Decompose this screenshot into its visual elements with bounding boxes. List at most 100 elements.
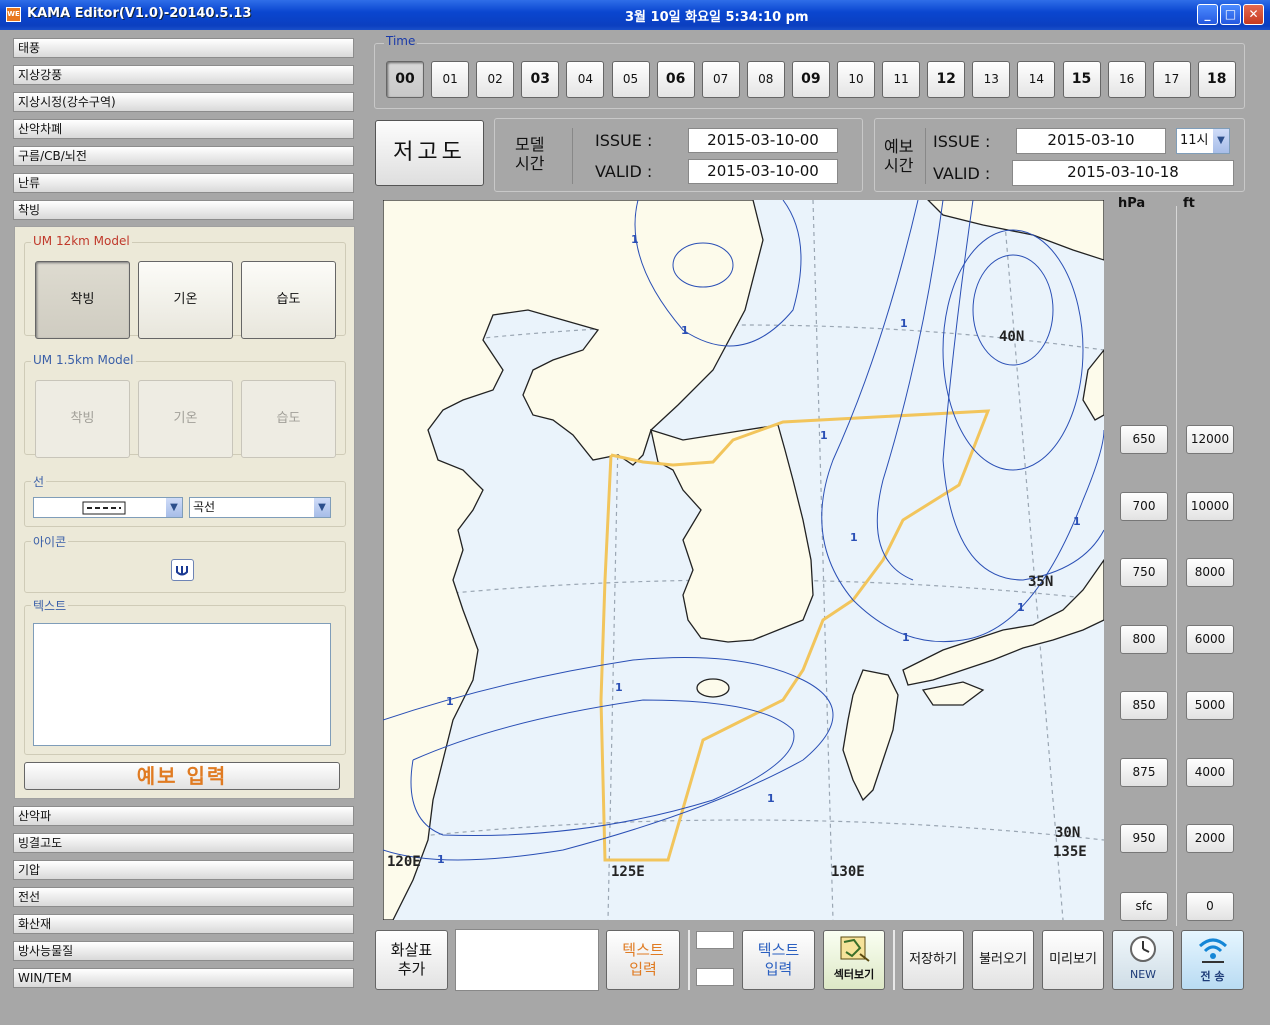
low-level-button[interactable]: 저고도 (375, 120, 484, 186)
svg-text:1: 1 (850, 531, 858, 544)
hpa-level-button-4[interactable]: 850 (1120, 691, 1168, 720)
menu-item-pressure[interactable]: 기압 (13, 860, 354, 880)
fc-issue-field[interactable]: 2015-03-10 (1016, 128, 1166, 154)
ft-level-button-1[interactable]: 10000 (1186, 492, 1234, 521)
svg-text:1: 1 (900, 317, 908, 330)
line-type-value: 곡선 (193, 500, 216, 514)
time-button-13[interactable]: 13 (972, 61, 1011, 98)
time-button-4[interactable]: 04 (566, 61, 605, 98)
ft-level-button-5[interactable]: 4000 (1186, 758, 1234, 787)
time-button-1[interactable]: 01 (431, 61, 470, 98)
load-button[interactable]: 불러오기 (972, 930, 1034, 990)
time-button-18[interactable]: 18 (1197, 61, 1236, 98)
menu-item-turbulence[interactable]: 난류 (13, 173, 354, 193)
ft-level-button-2[interactable]: 8000 (1186, 558, 1234, 587)
menu-item-volcanic-ash[interactable]: 화산재 (13, 914, 354, 934)
um15-icing-button[interactable]: 착빙 (35, 380, 130, 458)
maximize-button[interactable]: □ (1220, 4, 1241, 25)
svg-text:1: 1 (446, 695, 454, 708)
time-button-17[interactable]: 17 (1152, 61, 1191, 98)
menu-item-icing[interactable]: 착빙 (13, 200, 354, 220)
hpa-level-button-3[interactable]: 800 (1120, 625, 1168, 654)
new-button[interactable]: NEW (1112, 930, 1174, 990)
svg-text:130E: 130E (831, 864, 865, 880)
ft-level-button-6[interactable]: 2000 (1186, 824, 1234, 853)
model-issue-field[interactable]: 2015-03-10-00 (688, 128, 838, 153)
menu-item-surface-visibility[interactable]: 지상시정(강수구역) (13, 92, 354, 112)
hpa-level-button-6[interactable]: 950 (1120, 824, 1168, 853)
menu-item-radioactive[interactable]: 방사능물질 (13, 941, 354, 961)
time-button-14[interactable]: 14 (1017, 61, 1056, 98)
time-button-2[interactable]: 02 (476, 61, 515, 98)
line-type-select[interactable]: 곡선 ▼ (189, 497, 331, 518)
time-button-15[interactable]: 15 (1062, 61, 1101, 98)
ft-level-button-3[interactable]: 6000 (1186, 625, 1234, 654)
um12-humidity-button[interactable]: 습도 (241, 261, 336, 339)
minimize-button[interactable]: _ (1197, 4, 1218, 25)
time-button-9[interactable]: 09 (791, 61, 830, 98)
menu-item-surface-wind[interactable]: 지상강풍 (13, 65, 354, 85)
ft-level-button-7[interactable]: 0 (1186, 892, 1234, 921)
time-button-8[interactable]: 08 (746, 61, 785, 98)
time-button-11[interactable]: 11 (882, 61, 921, 98)
sector-view-button[interactable]: 섹터보기 (823, 930, 885, 990)
model-issue-label: ISSUE : (595, 131, 653, 150)
um12-temperature-button[interactable]: 기온 (138, 261, 233, 339)
window-title: KAMA Editor(V1.0)-20140.5.13 (27, 6, 252, 21)
menu-item-win-tem[interactable]: WIN/TEM (13, 968, 354, 988)
hpa-level-button-2[interactable]: 750 (1120, 558, 1168, 587)
text-box-lower[interactable] (696, 968, 734, 986)
menu-item-cloud-cb[interactable]: 구름/CB/뇌전 (13, 146, 354, 166)
hpa-level-button-7[interactable]: sfc (1120, 892, 1168, 921)
menu-item-mountain-wave[interactable]: 산악파 (13, 806, 354, 826)
title-bar[interactable]: WE KAMA Editor(V1.0)-20140.5.13 3월 10일 화… (0, 0, 1270, 30)
chevron-down-icon[interactable]: ▼ (1213, 129, 1229, 153)
time-button-10[interactable]: 10 (837, 61, 875, 98)
send-button[interactable]: 전 송 (1181, 930, 1244, 990)
fc-valid-field[interactable]: 2015-03-10-18 (1012, 160, 1234, 186)
fc-issue-label: ISSUE : (933, 132, 991, 151)
level-divider (1176, 206, 1177, 926)
menu-item-typhoon[interactable]: 태풍 (13, 38, 354, 58)
model-valid-field[interactable]: 2015-03-10-00 (688, 159, 838, 184)
text-area[interactable] (33, 623, 331, 746)
forecast-input-button[interactable]: 예보 입력 (24, 762, 340, 790)
um15-temperature-button[interactable]: 기온 (138, 380, 233, 458)
menu-item-mountain-obscuration[interactable]: 산악차폐 (13, 119, 354, 139)
menu-item-front[interactable]: 전선 (13, 887, 354, 907)
time-button-7[interactable]: 07 (701, 61, 740, 98)
hpa-level-button-5[interactable]: 875 (1120, 758, 1168, 787)
um15-humidity-button[interactable]: 습도 (241, 380, 336, 458)
fc-hour-select[interactable]: 11시 ▼ (1176, 128, 1230, 154)
hpa-level-button-1[interactable]: 700 (1120, 492, 1168, 521)
line-label: 선 (31, 473, 47, 490)
send-label: 전 송 (1200, 970, 1225, 983)
icing-symbol-button[interactable] (171, 559, 194, 581)
time-button-3[interactable]: 03 (521, 61, 560, 98)
time-button-12[interactable]: 12 (927, 61, 966, 98)
line-style-select[interactable]: ▼ (33, 497, 183, 518)
text-input-orange-button[interactable]: 텍스트 입력 (606, 930, 680, 990)
um12-icing-button[interactable]: 착빙 (35, 261, 130, 339)
land-masses (383, 200, 1104, 920)
svg-text:125E: 125E (611, 864, 645, 880)
save-button[interactable]: 저장하기 (902, 930, 964, 990)
time-button-16[interactable]: 16 (1107, 61, 1146, 98)
time-button-5[interactable]: 05 (611, 61, 650, 98)
chevron-down-icon[interactable]: ▼ (166, 498, 182, 517)
icing-panel: UM 12km Model 착빙 기온 습도 UM 1.5km Model 착빙… (14, 226, 355, 799)
preview-button[interactable]: 미리보기 (1042, 930, 1104, 990)
chevron-down-icon[interactable]: ▼ (314, 498, 330, 517)
app-icon: WE (6, 7, 21, 22)
ft-level-button-0[interactable]: 12000 (1186, 425, 1234, 454)
hpa-level-button-0[interactable]: 650 (1120, 425, 1168, 454)
text-input-blue-button[interactable]: 텍스트 입력 (742, 930, 815, 990)
arrow-add-button[interactable]: 화살표 추가 (375, 930, 448, 990)
text-box-upper[interactable] (696, 931, 734, 949)
menu-item-freezing-level[interactable]: 빙결고도 (13, 833, 354, 853)
ft-level-button-4[interactable]: 5000 (1186, 691, 1234, 720)
weather-map[interactable]: 1 1 1 1 1 1 1 1 1 1 1 1 40N 35N 30N 135E… (383, 200, 1104, 920)
time-button-0[interactable]: 00 (386, 61, 424, 98)
time-button-6[interactable]: 06 (656, 61, 695, 98)
close-button[interactable]: ✕ (1243, 4, 1264, 25)
